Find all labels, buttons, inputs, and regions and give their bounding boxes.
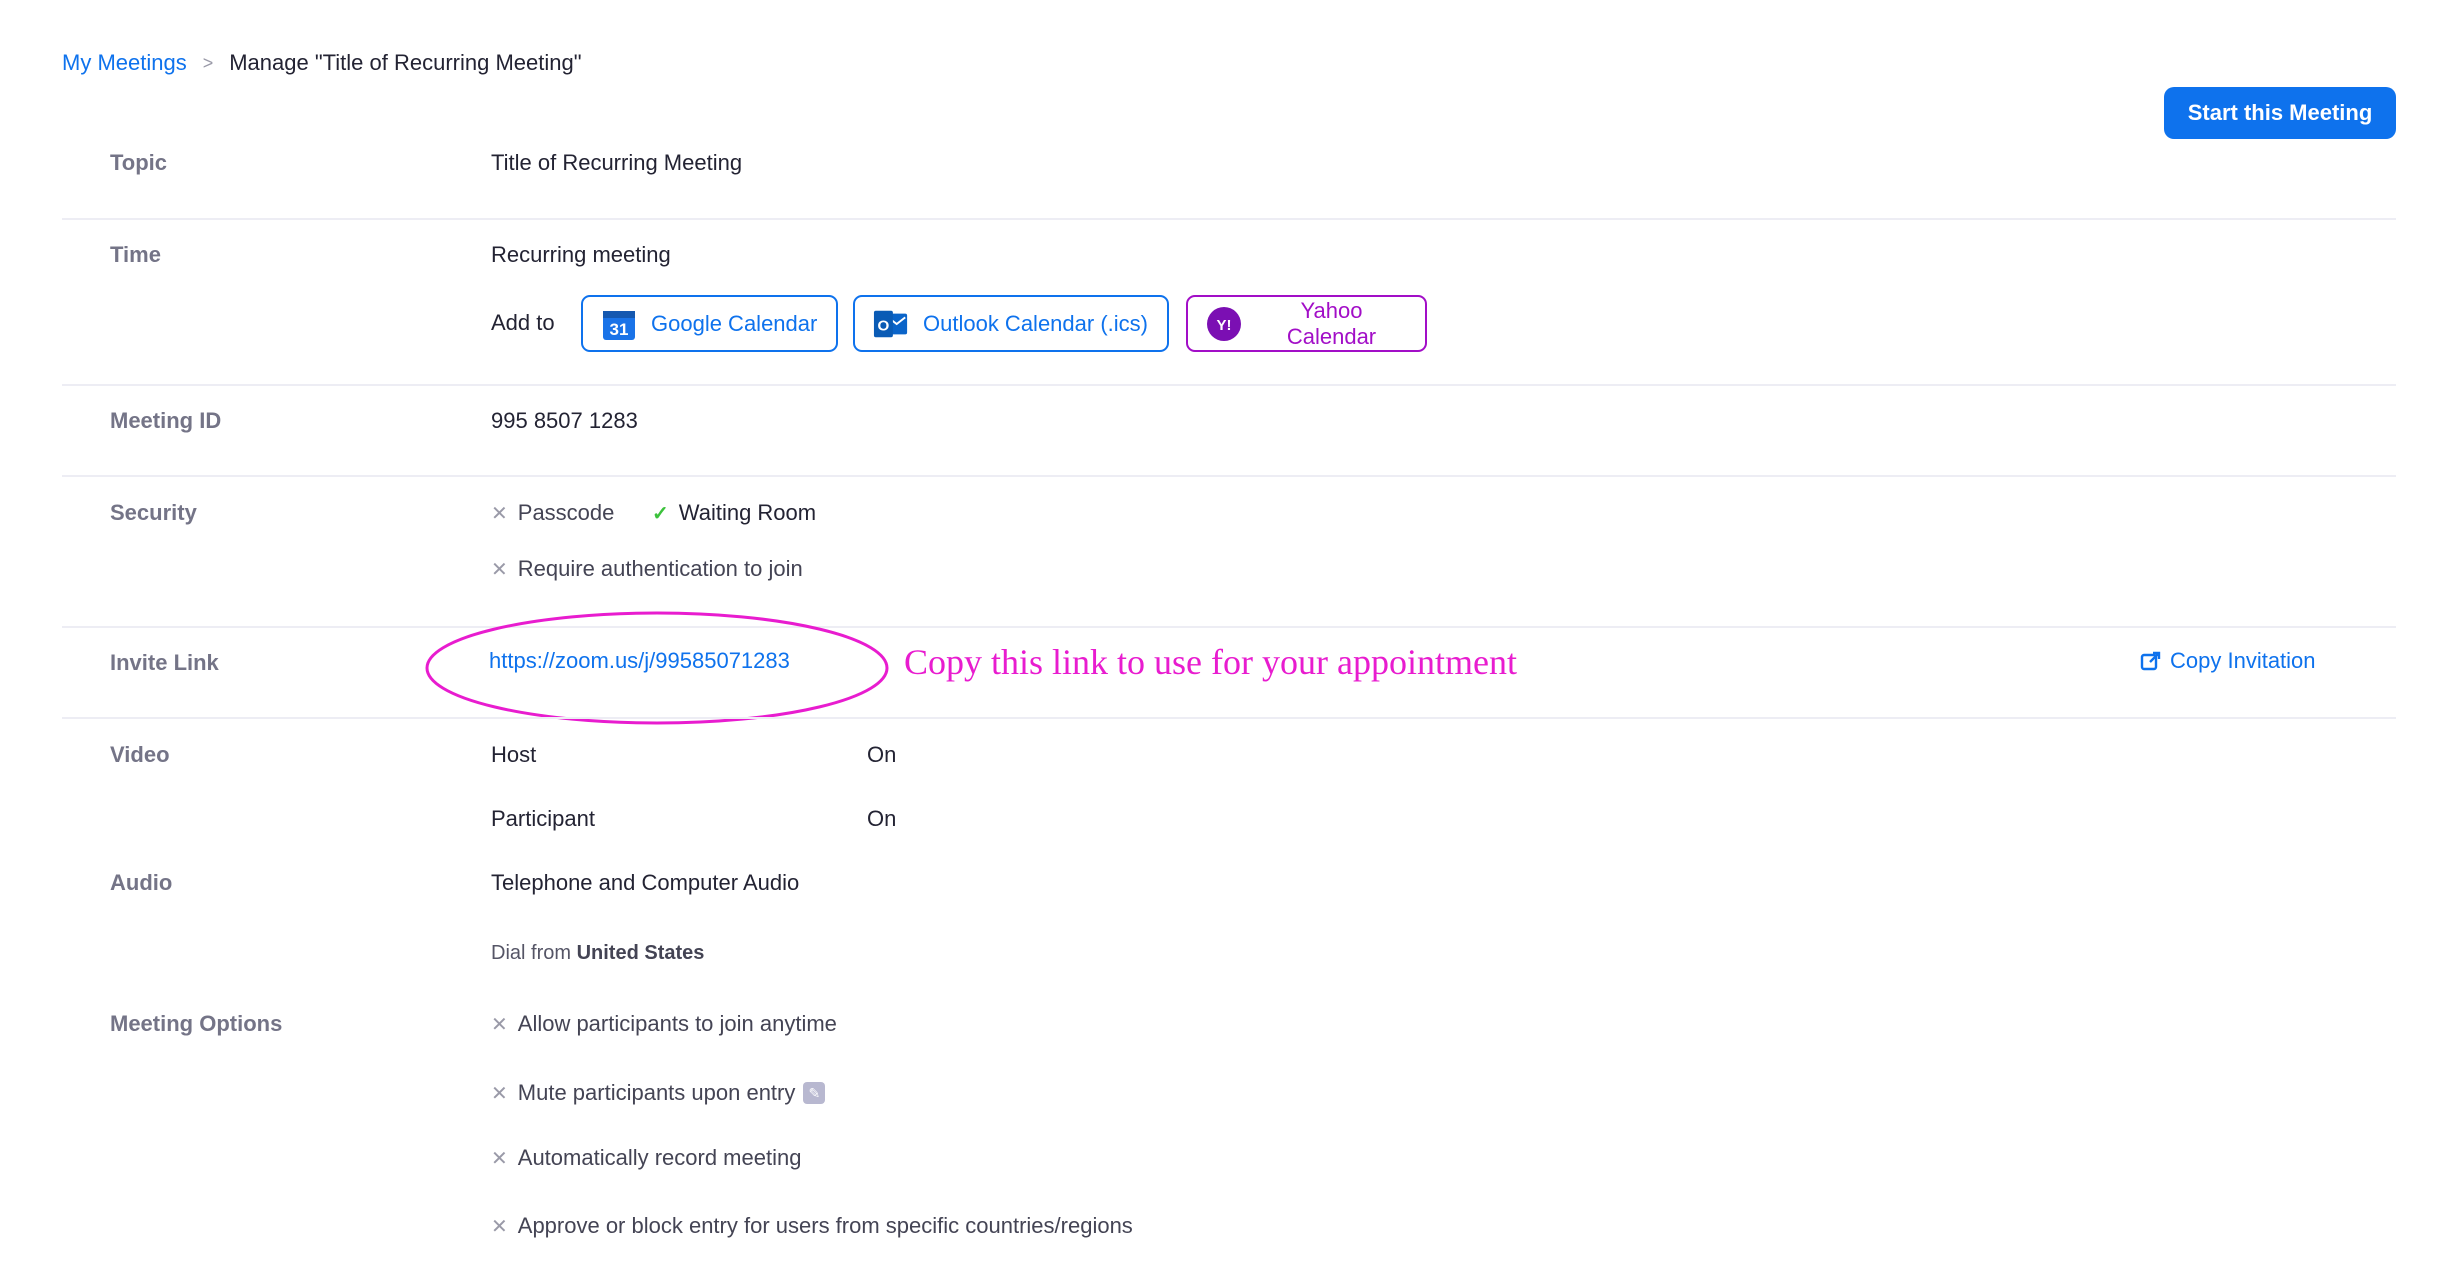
disabled-x-icon: ✕ [491,502,508,525]
divider [62,384,2396,386]
outlook-calendar-button[interactable]: O Outlook Calendar (.ics) [853,295,1169,352]
passcode-label: Passcode [517,500,615,525]
disabled-x-icon: ✕ [491,1013,508,1036]
dial-from-label: Dial from [491,942,572,964]
meeting-id-label: Meeting ID [110,408,222,433]
option-join-anytime: ✕ Allow participants to join anytime [491,1011,837,1037]
divider [62,475,2396,477]
disabled-x-icon: ✕ [491,1215,508,1238]
meeting-id-value: 995 8507 1283 [491,408,638,433]
topic-value: Title of Recurring Meeting [491,150,743,175]
google-calendar-icon-text: 31 [610,320,629,339]
yahoo-calendar-label: Yahoo Calendar [1286,297,1377,349]
invite-link[interactable]: https://zoom.us/j/99585071283 [489,648,790,674]
security-require-auth: ✕ Require authentication to join [491,556,803,582]
audio-label: Audio [110,870,173,895]
disabled-x-icon: ✕ [491,558,508,581]
meeting-options-label: Meeting Options [110,1011,283,1036]
security-label: Security [110,500,197,525]
share-icon [2140,650,2162,672]
video-host-value: On [867,742,897,767]
copy-invitation-button[interactable]: Copy Invitation [2140,648,2316,674]
start-meeting-button[interactable]: Start this Meeting [2164,87,2396,139]
video-participant-value: On [867,806,897,831]
google-calendar-icon: 31 [601,306,637,342]
breadcrumb-my-meetings-link[interactable]: My Meetings [62,50,187,76]
copy-invitation-label: Copy Invitation [2170,648,2316,673]
time-value: Recurring meeting [491,242,671,267]
divider [62,626,2396,628]
option-mute-on-entry: ✕ Mute participants upon entry ✎ [491,1080,826,1106]
disabled-x-icon: ✕ [491,1147,508,1170]
outlook-icon: O [873,306,909,342]
video-participant-label: Participant [491,806,595,831]
outlook-icon-text: O [878,317,890,334]
yahoo-calendar-button[interactable]: Y! Yahoo Calendar [1186,295,1427,352]
require-auth-label: Require authentication to join [517,556,803,581]
video-label: Video [110,742,170,767]
audio-value: Telephone and Computer Audio [491,870,800,895]
invite-link-label: Invite Link [110,650,219,675]
breadcrumb: My Meetings > Manage "Title of Recurring… [62,50,582,76]
dial-from-country: United States [576,942,705,964]
disabled-x-icon: ✕ [491,1082,508,1105]
google-calendar-button[interactable]: 31 Google Calendar [581,295,838,352]
waiting-room-label: Waiting Room [678,500,817,525]
breadcrumb-separator: > [202,52,214,73]
topic-label: Topic [110,150,168,175]
time-label: Time [110,242,161,267]
breadcrumb-current: Manage "Title of Recurring Meeting" [229,50,582,75]
dial-from: Dial from United States [491,942,704,965]
option-label: Automatically record meeting [517,1145,802,1170]
option-country-block: ✕ Approve or block entry for users from … [491,1213,1133,1239]
security-passcode: ✕ Passcode [491,500,614,526]
google-calendar-label: Google Calendar [651,310,818,336]
outlook-calendar-label: Outlook Calendar (.ics) [923,310,1148,336]
divider [62,218,2396,220]
option-label: Allow participants to join anytime [517,1011,837,1036]
annotation-text: Copy this link to use for your appointme… [904,642,1517,682]
option-auto-record: ✕ Automatically record meeting [491,1145,801,1171]
option-label: Mute participants upon entry [517,1080,796,1105]
enabled-check-icon: ✓ [652,502,669,525]
yahoo-icon-text: Y! [1217,317,1232,334]
option-label: Approve or block entry for users from sp… [517,1213,1133,1238]
add-to-label: Add to [491,310,555,335]
yahoo-icon: Y! [1206,306,1242,342]
video-host-label: Host [491,742,537,767]
info-icon[interactable]: ✎ [803,1082,826,1104]
divider [62,717,2396,719]
security-waiting-room: ✓ Waiting Room [652,500,816,526]
